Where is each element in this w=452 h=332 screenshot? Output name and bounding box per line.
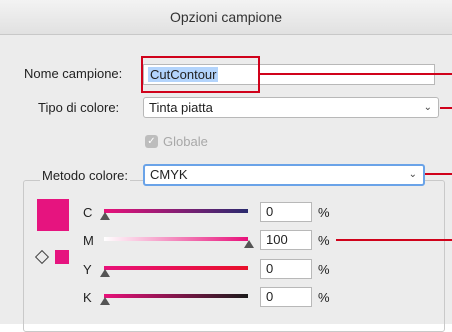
channel-m-thumb[interactable] xyxy=(244,240,254,248)
color-type-value: Tinta piatta xyxy=(149,100,213,115)
annotation-line-m xyxy=(336,239,452,241)
color-mode-value: CMYK xyxy=(150,167,188,182)
dialog-title: Opzioni campione xyxy=(0,0,452,35)
swatch-name-label: Nome campione: xyxy=(24,66,123,81)
channel-k-input[interactable]: 0 xyxy=(260,287,312,307)
channel-m-unit: % xyxy=(318,233,330,248)
channel-c-slider[interactable] xyxy=(104,209,248,213)
swatch-options-dialog: Opzioni campione Nome campione: CutConto… xyxy=(0,0,452,332)
channel-k-slider[interactable] xyxy=(104,294,248,298)
channel-y-thumb[interactable] xyxy=(100,269,110,277)
color-type-label: Tipo di colore: xyxy=(38,100,120,115)
color-mode-group xyxy=(23,180,445,332)
channel-y-slider[interactable] xyxy=(104,266,248,270)
global-checkbox[interactable]: ✓ xyxy=(145,135,158,148)
color-preview-swatch xyxy=(37,199,69,231)
channel-y-label: Y xyxy=(83,262,92,277)
channel-y-input[interactable]: 0 xyxy=(260,259,312,279)
color-type-popup[interactable]: Tinta piatta ⌄ xyxy=(143,97,439,118)
channel-m-input[interactable]: 100 xyxy=(260,230,312,250)
color-mode-label: Metodo colore: xyxy=(40,168,130,183)
channel-c-thumb[interactable] xyxy=(100,212,110,220)
color-mode-popup[interactable]: CMYK ⌄ xyxy=(143,164,425,186)
annotation-box-name xyxy=(141,56,260,93)
channel-k-thumb[interactable] xyxy=(100,297,110,305)
gamut-swatch[interactable] xyxy=(55,250,69,264)
channel-c-unit: % xyxy=(318,205,330,220)
channel-m-label: M xyxy=(83,233,94,248)
channel-c-label: C xyxy=(83,205,93,220)
channel-y-unit: % xyxy=(318,262,330,277)
annotation-line-name xyxy=(260,73,452,75)
annotation-line-type xyxy=(440,107,452,109)
global-label: Globale xyxy=(163,134,208,149)
chevron-down-icon: ⌄ xyxy=(423,102,432,113)
chevron-down-icon: ⌄ xyxy=(408,169,417,180)
channel-m-slider[interactable] xyxy=(104,237,248,241)
channel-c-input[interactable]: 0 xyxy=(260,202,312,222)
channel-k-label: K xyxy=(83,290,92,305)
channel-k-unit: % xyxy=(318,290,330,305)
annotation-line-mode xyxy=(425,173,452,175)
